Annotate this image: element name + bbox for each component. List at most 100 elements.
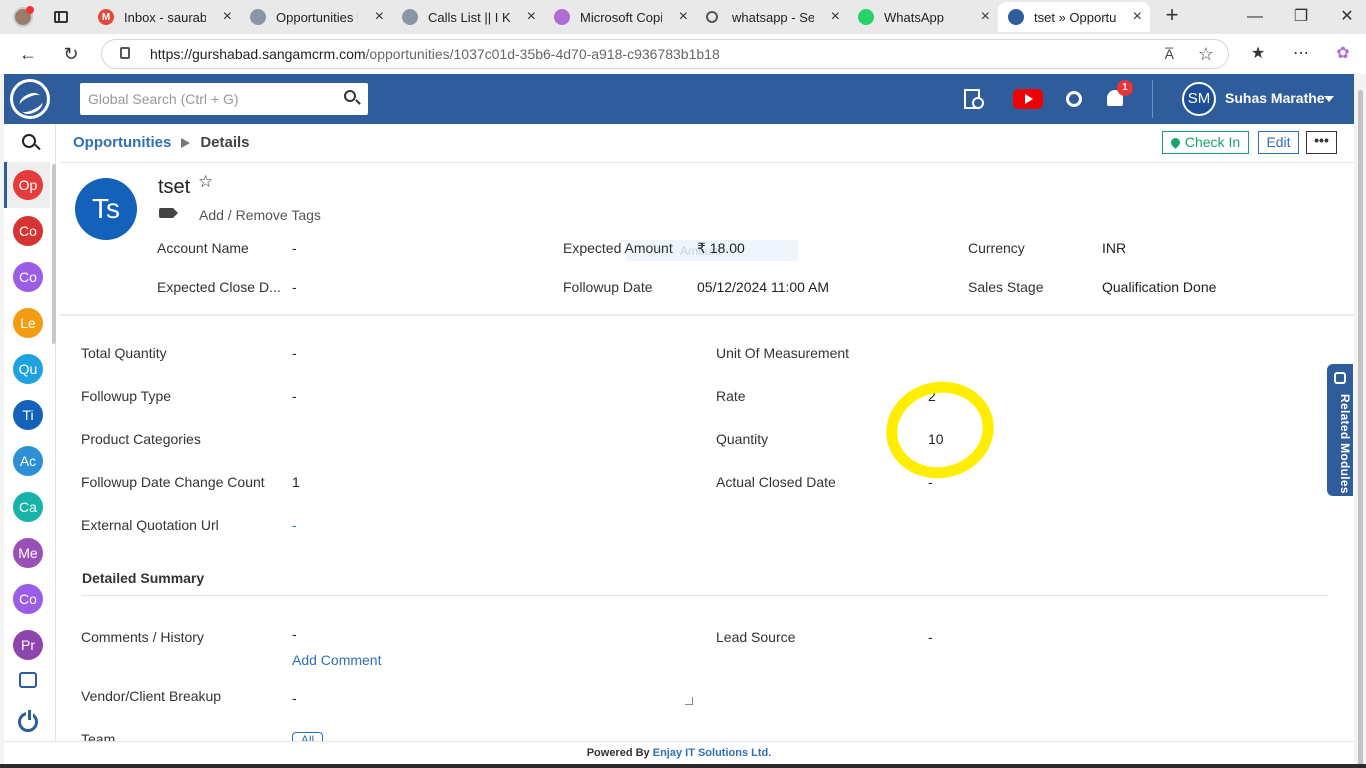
sidebar-module-item[interactable]: Le [13,308,43,338]
sidebar-module-item[interactable]: Op [13,170,43,200]
browser-tab[interactable]: whatsapp - Searc × [696,2,848,32]
sidebar-module-item[interactable]: Pr [13,630,43,660]
global-search-input[interactable] [80,83,368,115]
page-scrollbar-thumb[interactable] [1358,90,1363,766]
youtube-icon[interactable] [1013,89,1043,109]
browser-tab[interactable]: Microsoft Copilot × [544,2,696,32]
sidebar-module-item[interactable]: Ti [13,400,43,430]
close-tab-icon[interactable]: × [679,8,688,26]
sidebar-module-item[interactable]: Ac [13,446,43,476]
header-field-value: 05/12/2024 11:00 AM [697,279,830,295]
user-name[interactable]: Suhas Marathe [1225,90,1325,106]
browser-tab-title: Calls List || I Know [428,9,510,25]
profile-avatar [13,6,34,27]
sidebar-module-item[interactable]: Co [13,262,43,292]
url-field[interactable]: https://gurshabad.sangamcrm.com/opportun… [101,39,1229,69]
browser-tab-title: WhatsApp [884,9,944,25]
globe-icon[interactable] [1066,91,1082,107]
sidebar-module-item[interactable]: Qu [13,354,43,384]
header-field-value: - [292,279,297,295]
browser-tab[interactable]: M Inbox - saurabhk × [88,2,240,32]
map-pin-icon [1169,135,1182,149]
browser-profile-button[interactable] [8,2,38,32]
close-tab-icon[interactable]: × [831,8,840,26]
detail-field-label: Followup Date Change Count [81,474,265,490]
textarea-resize-handle[interactable] [685,697,693,705]
close-window-button[interactable]: ✕ [1324,4,1366,30]
record-avatar: Ts [75,178,137,240]
footer-company-link[interactable]: Enjay IT Solutions Ltd. [653,747,772,759]
document-search-icon[interactable] [962,89,984,109]
user-menu-caret-icon[interactable] [1324,96,1334,102]
refresh-button[interactable]: ↻ [58,42,84,66]
tag-icon [159,208,178,218]
lead-source-label: Lead Source [716,629,796,645]
header-field-label: Expected Close D... [157,279,281,295]
related-modules-tab[interactable]: Related Modules [1327,364,1353,496]
detail-field-label: Actual Closed Date [716,474,836,490]
close-tab-icon[interactable]: × [1133,8,1142,26]
add-remove-tags-link[interactable]: Add / Remove Tags [199,207,321,223]
breadcrumb-module-link[interactable]: Opportunities [73,134,171,151]
comments-label: Comments / History [81,629,204,645]
favorites-icon[interactable]: ★ [1245,42,1271,66]
minimize-button[interactable]: — [1232,4,1278,30]
close-tab-icon[interactable]: × [375,8,384,26]
favorite-star-icon[interactable]: ☆ [198,172,213,192]
tab-actions-button[interactable] [46,2,76,32]
detail-field-label: Total Quantity [81,345,167,361]
browser-tab-title: whatsapp - Searc [732,9,814,25]
browser-tab[interactable]: WhatsApp × [848,2,998,32]
footer-prefix: Powered By [586,747,650,759]
address-bar-row: ← ↻ https://gurshabad.sangamcrm.com/oppo… [0,34,1366,74]
header-field-value: Qualification Done [1102,279,1217,295]
more-menu-icon[interactable]: ⋯ [1288,42,1314,66]
sidebar-module-item[interactable]: Co [13,216,43,246]
close-tab-icon[interactable]: × [223,8,232,26]
sidebar-module-item[interactable]: Co [13,584,43,614]
crm-app: 1 SM Suhas Marathe Op Co Co Le Qu Ti Ac Ca Me Co P… [4,74,1354,768]
sidebar-module-item[interactable]: Me [13,538,43,568]
edit-button[interactable]: Edit [1258,131,1299,154]
page-scrollbar[interactable] [1356,74,1366,768]
detail-field-label: External Quotation Url [81,517,219,533]
new-tab-button[interactable]: + [1160,4,1184,28]
back-button[interactable]: ← [15,42,41,66]
add-comment-link[interactable]: Add Comment [292,652,381,668]
maximize-button[interactable]: ❐ [1278,4,1324,30]
lock-icon [120,47,130,59]
copilot-icon[interactable]: ✿ [1330,42,1356,66]
sidebar-module-item[interactable]: Ca [13,492,43,522]
module-sidebar: Op Co Co Le Qu Ti Ac Ca Me Co Pr [4,124,56,768]
check-in-button[interactable]: Check In [1162,131,1249,154]
header-field-label: Expected Amount [563,240,673,256]
sidebar-scrollbar[interactable] [52,164,56,344]
tab-actions-icon [54,11,68,23]
header-field-label: Sales Stage [968,279,1044,295]
detail-field-value: - [292,388,297,404]
close-tab-icon[interactable]: × [981,8,990,26]
user-avatar[interactable]: SM [1182,82,1216,116]
sidebar-search-icon[interactable] [22,134,36,148]
browser-tab[interactable]: Opportunities Lis × [240,2,392,32]
inbox-icon[interactable] [19,672,37,688]
read-aloud-icon[interactable]: A̅ [1165,40,1174,68]
search-icon[interactable] [344,90,356,102]
close-tab-icon[interactable]: × [527,8,536,26]
browser-tab[interactable]: tset » Opportuniti × [998,2,1150,32]
crm-icon [402,9,418,25]
header-divider [60,162,1354,163]
favorite-star-icon[interactable]: ☆ [1198,40,1214,68]
check-in-label: Check In [1184,134,1241,150]
detail-field-label: Followup Type [81,388,172,404]
detail-field-value[interactable]: - [292,517,297,533]
power-icon[interactable] [18,708,38,732]
more-actions-button[interactable]: ••• [1306,131,1337,154]
browser-tab[interactable]: Calls List || I Know × [392,2,544,32]
app-logo[interactable] [10,79,50,119]
taskbar-edge [0,764,1366,768]
vendor-breakup-value: - [292,690,297,706]
navbar-divider [1152,80,1153,118]
profile-notification-dot [26,6,34,14]
header-field-value: ₹ 18.00 [697,240,745,256]
